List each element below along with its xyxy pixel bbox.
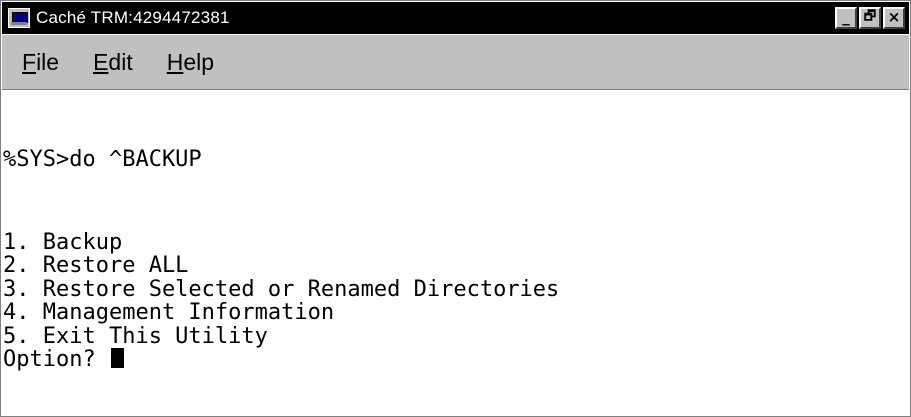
option-prompt: Option? bbox=[3, 347, 109, 372]
terminal-output[interactable]: %SYS>do ^BACKUP 1. Backup 2. Restore ALL… bbox=[3, 90, 908, 414]
menu-option-3: 3. Restore Selected or Renamed Directori… bbox=[3, 277, 560, 302]
terminal-app-icon[interactable] bbox=[8, 8, 30, 28]
title-bar[interactable]: Caché TRM:4294472381 _ 🗗 × bbox=[2, 2, 909, 34]
command-line: %SYS>do ^BACKUP bbox=[3, 147, 202, 172]
menu-option-2: 2. Restore ALL bbox=[3, 253, 189, 278]
menu-edit-accel: E bbox=[93, 48, 109, 75]
menu-file-label: ile bbox=[36, 48, 60, 75]
menu-file-accel: F bbox=[22, 48, 37, 75]
menu-option-1: 1. Backup bbox=[3, 230, 123, 255]
text-cursor bbox=[110, 348, 124, 368]
option-prompt-line[interactable]: Option? bbox=[3, 348, 124, 372]
menu-help[interactable]: Help bbox=[150, 49, 231, 76]
window-title: Caché TRM:4294472381 bbox=[36, 8, 230, 27]
maximize-button[interactable]: 🗗 bbox=[859, 7, 881, 29]
monitor-stand-shape bbox=[11, 22, 27, 25]
menu-option-5: 5. Exit This Utility bbox=[3, 324, 268, 349]
menu-help-label: elp bbox=[183, 48, 215, 75]
menu-option-4: 4. Management Information bbox=[3, 300, 335, 325]
menu-edit[interactable]: Edit bbox=[76, 49, 150, 76]
close-button[interactable]: × bbox=[883, 7, 905, 29]
minimize-button[interactable]: _ bbox=[835, 7, 857, 29]
menu-help-accel: H bbox=[166, 48, 184, 75]
terminal-window: Caché TRM:4294472381 _ 🗗 × File Edit Hel… bbox=[0, 0, 911, 417]
window-controls: _ 🗗 × bbox=[835, 7, 905, 29]
menu-bar: File Edit Help bbox=[2, 35, 909, 90]
menu-edit-label: dit bbox=[108, 48, 133, 75]
menu-file[interactable]: File bbox=[2, 49, 76, 76]
